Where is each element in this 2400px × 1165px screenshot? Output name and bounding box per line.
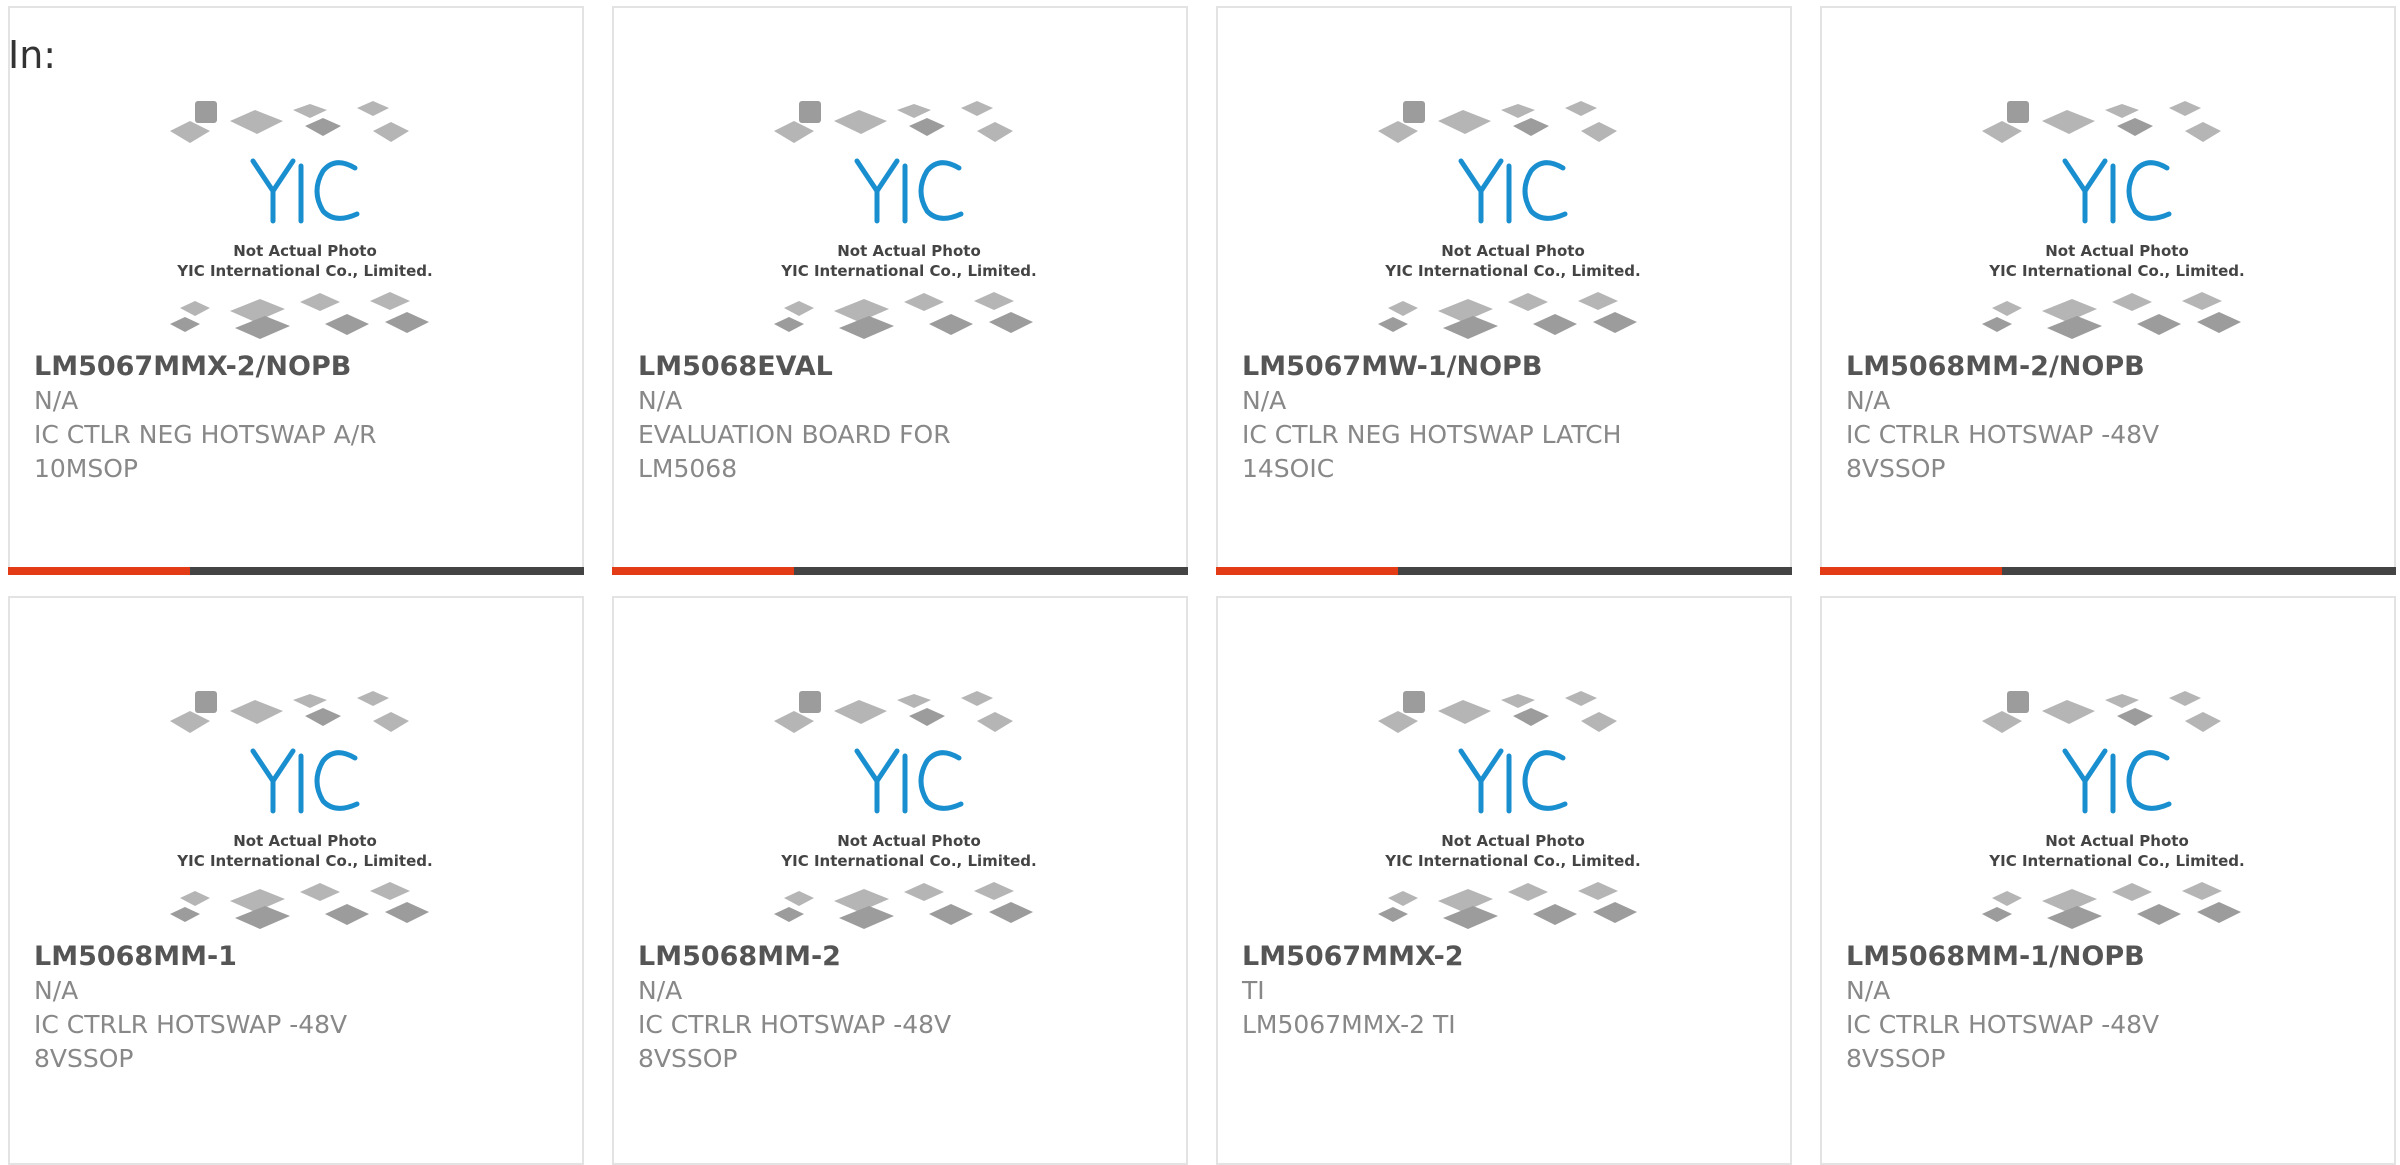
yic-logo-icon: [250, 158, 360, 224]
product-description: IC CTRLR HOTSWAP -48V 8VSSOP: [34, 1010, 348, 1073]
photo-caption-1: Not Actual Photo: [1441, 242, 1585, 260]
product-part-number[interactable]: LM5068MM-2/NOPB: [1846, 350, 2346, 384]
product-part-number[interactable]: LM5067MMX-2: [1242, 940, 1742, 974]
placeholder-photo: Not Actual Photo YIC International Co., …: [1982, 691, 2245, 929]
yic-logo-icon: [1458, 158, 1568, 224]
product-manufacturer: N/A: [1846, 386, 1891, 415]
photo-caption-2: YIC International Co., Limited.: [176, 262, 432, 280]
product-card[interactable]: Not Actual Photo YIC International Co., …: [612, 6, 1188, 575]
photo-caption-2: YIC International Co., Limited.: [780, 262, 1036, 280]
product-manufacturer: N/A: [34, 976, 79, 1005]
product-card[interactable]: Not Actual Photo YIC International Co., …: [8, 6, 584, 575]
placeholder-photo: Not Actual Photo YIC International Co., …: [1378, 691, 1641, 929]
product-manufacturer: N/A: [1846, 976, 1891, 1005]
photo-caption-1: Not Actual Photo: [1441, 832, 1585, 850]
product-card[interactable]: Not Actual Photo YIC International Co., …: [1216, 6, 1792, 575]
chip-icons-bottom: [1378, 292, 1637, 339]
placeholder-photo: Not Actual Photo YIC International Co., …: [170, 101, 433, 339]
photo-caption-2: YIC International Co., Limited.: [1988, 262, 2244, 280]
card-bottom-bar: [612, 567, 1188, 575]
product-info: LM5068MM-2 N/A IC CTRLR HOTSWAP -48V 8VS…: [638, 940, 1138, 1076]
chip-icons-bottom: [774, 882, 1033, 929]
yic-logo-icon: [2062, 158, 2172, 224]
chip-icons-top: [1982, 691, 2221, 733]
product-card[interactable]: Not Actual Photo YIC International Co., …: [1820, 596, 2396, 1165]
chip-icons-bottom: [170, 882, 429, 929]
product-info: LM5067MMX-2 TI LM5067MMX-2 TI: [1242, 940, 1742, 1042]
filter-label: In:: [8, 33, 57, 77]
placeholder-photo: Not Actual Photo YIC International Co., …: [170, 691, 433, 929]
photo-caption-1: Not Actual Photo: [2045, 242, 2189, 260]
product-description: IC CTRLR HOTSWAP -48V 8VSSOP: [1846, 1010, 2160, 1073]
photo-caption-2: YIC International Co., Limited.: [176, 852, 432, 870]
product-info: LM5068EVAL N/A EVALUATION BOARD FOR LM50…: [638, 350, 1138, 486]
chip-icons-bottom: [1982, 882, 2241, 929]
chip-icons-bottom: [1378, 882, 1637, 929]
product-part-number[interactable]: LM5068EVAL: [638, 350, 1138, 384]
yic-logo-icon: [854, 748, 964, 814]
product-description: IC CTRLR HOTSWAP -48V 8VSSOP: [638, 1010, 952, 1073]
chip-icons-top: [170, 691, 409, 733]
photo-caption-1: Not Actual Photo: [233, 832, 377, 850]
card-bottom-bar: [1820, 567, 2396, 575]
product-info: LM5068MM-1/NOPB N/A IC CTRLR HOTSWAP -48…: [1846, 940, 2346, 1076]
chip-icons-top: [1378, 101, 1617, 143]
chip-icons-top: [170, 101, 409, 143]
chip-icons-top: [774, 691, 1013, 733]
product-manufacturer: N/A: [34, 386, 79, 415]
product-manufacturer: N/A: [638, 386, 683, 415]
photo-caption-1: Not Actual Photo: [837, 242, 981, 260]
photo-caption-1: Not Actual Photo: [2045, 832, 2189, 850]
card-bottom-bar: [8, 567, 584, 575]
product-manufacturer: N/A: [1242, 386, 1287, 415]
photo-caption-2: YIC International Co., Limited.: [1384, 262, 1640, 280]
placeholder-photo: Not Actual Photo YIC International Co., …: [1982, 101, 2245, 339]
product-card[interactable]: Not Actual Photo YIC International Co., …: [1216, 596, 1792, 1165]
yic-logo-icon: [1458, 748, 1568, 814]
product-part-number[interactable]: LM5068MM-2: [638, 940, 1138, 974]
yic-logo-icon: [854, 158, 964, 224]
placeholder-photo: Not Actual Photo YIC International Co., …: [1378, 101, 1641, 339]
product-part-number[interactable]: LM5068MM-1/NOPB: [1846, 940, 2346, 974]
photo-caption-2: YIC International Co., Limited.: [1988, 852, 2244, 870]
chip-icons-top: [1378, 691, 1617, 733]
photo-caption-2: YIC International Co., Limited.: [1384, 852, 1640, 870]
card-accent-bar: [8, 567, 190, 575]
placeholder-photo: Not Actual Photo YIC International Co., …: [774, 101, 1037, 339]
product-description: IC CTLR NEG HOTSWAP A/R 10MSOP: [34, 420, 377, 483]
chip-icons-top: [774, 101, 1013, 143]
product-info: LM5067MMX-2/NOPB N/A IC CTLR NEG HOTSWAP…: [34, 350, 534, 486]
product-card[interactable]: Not Actual Photo YIC International Co., …: [1820, 6, 2396, 575]
product-description: LM5067MMX-2 TI: [1242, 1010, 1456, 1039]
chip-icons-bottom: [774, 292, 1033, 339]
placeholder-photo: Not Actual Photo YIC International Co., …: [774, 691, 1037, 929]
product-description: IC CTRLR HOTSWAP -48V 8VSSOP: [1846, 420, 2160, 483]
product-info: LM5068MM-2/NOPB N/A IC CTRLR HOTSWAP -48…: [1846, 350, 2346, 486]
product-part-number[interactable]: LM5068MM-1: [34, 940, 534, 974]
product-part-number[interactable]: LM5067MMX-2/NOPB: [34, 350, 534, 384]
product-part-number[interactable]: LM5067MW-1/NOPB: [1242, 350, 1742, 384]
card-bottom-bar: [1216, 567, 1792, 575]
chip-icons-top: [1982, 101, 2221, 143]
product-info: LM5067MW-1/NOPB N/A IC CTLR NEG HOTSWAP …: [1242, 350, 1742, 486]
chip-icons-bottom: [170, 292, 429, 339]
card-accent-bar: [612, 567, 794, 575]
product-description: EVALUATION BOARD FOR LM5068: [638, 420, 951, 483]
product-card[interactable]: Not Actual Photo YIC International Co., …: [612, 596, 1188, 1165]
yic-logo-icon: [2062, 748, 2172, 814]
card-accent-bar: [1820, 567, 2002, 575]
product-manufacturer: N/A: [638, 976, 683, 1005]
product-manufacturer: TI: [1242, 976, 1265, 1005]
photo-caption-1: Not Actual Photo: [233, 242, 377, 260]
photo-caption-1: Not Actual Photo: [837, 832, 981, 850]
product-card[interactable]: Not Actual Photo YIC International Co., …: [8, 596, 584, 1165]
product-info: LM5068MM-1 N/A IC CTRLR HOTSWAP -48V 8VS…: [34, 940, 534, 1076]
chip-icons-bottom: [1982, 292, 2241, 339]
card-accent-bar: [1216, 567, 1398, 575]
yic-logo-icon: [250, 748, 360, 814]
product-description: IC CTLR NEG HOTSWAP LATCH 14SOIC: [1242, 420, 1622, 483]
photo-caption-2: YIC International Co., Limited.: [780, 852, 1036, 870]
